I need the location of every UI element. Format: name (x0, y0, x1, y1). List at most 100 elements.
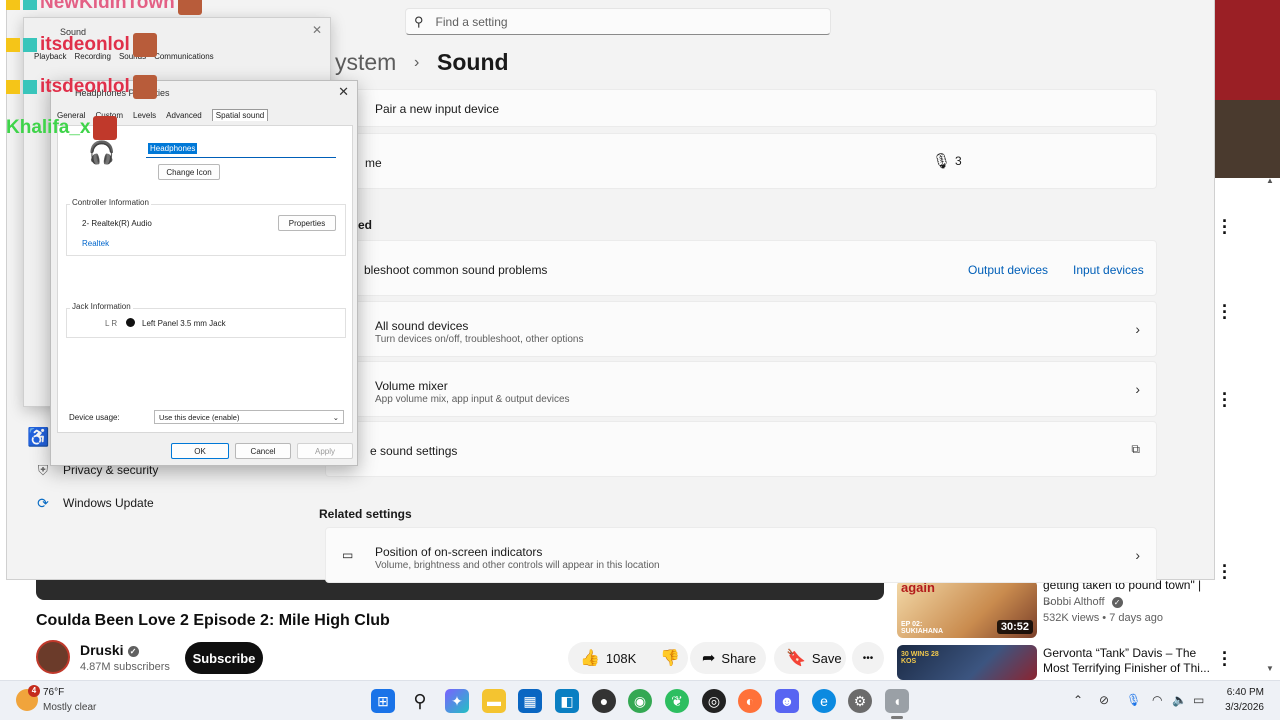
microphone-icon[interactable]: 🎙 (932, 152, 951, 170)
all-sound-devices-card[interactable]: All sound devices Turn devices on/off, t… (325, 301, 1157, 357)
battery-icon[interactable]: ▭ (1193, 693, 1204, 707)
close-icon[interactable]: ✕ (312, 23, 322, 37)
channel-name[interactable]: Druski (80, 642, 124, 658)
channel-name-row[interactable]: Druski ✓ (80, 642, 139, 658)
store-icon[interactable]: ▦ (518, 689, 542, 713)
verified-icon: ✓ (127, 645, 139, 657)
firefox-icon[interactable]: ◐ (738, 689, 762, 713)
volume-mixer-card[interactable]: Volume mixer App volume mix, app input &… (325, 361, 1157, 417)
discord-icon[interactable]: ☻ (775, 689, 799, 713)
properties-button[interactable]: Properties (278, 215, 336, 231)
chat-username: NewKidInTown (40, 0, 175, 13)
volume-mixer-subtitle: App volume mix, app input & output devic… (375, 394, 570, 405)
rec-title[interactable]: Gervonta “Tank” Davis – The Most Terrify… (1043, 646, 1213, 676)
crown-badge-icon (6, 80, 20, 94)
clock-date[interactable]: 3/3/2026 (1214, 702, 1264, 713)
volume-mixer-title: Volume mixer (375, 379, 448, 393)
input-devices-link[interactable]: Input devices (1073, 263, 1144, 277)
like-count[interactable]: 108K (606, 651, 636, 666)
more-vert-icon[interactable]: · · · (1218, 212, 1232, 242)
crown-badge-icon (6, 0, 20, 10)
search-icon[interactable]: ⚲ (408, 689, 432, 713)
tab-advanced[interactable]: Advanced (166, 111, 202, 121)
nav-windows-update[interactable]: ⟳ Windows Update (35, 495, 154, 511)
update-icon: ⟳ (37, 495, 49, 511)
jack-channels: L R (105, 319, 118, 328)
chrome-icon[interactable]: ◉ (628, 689, 652, 713)
speaker-icon[interactable]: 🔈 (1172, 693, 1187, 707)
apply-button[interactable]: Apply (297, 443, 353, 459)
save-button[interactable]: 🔖 Save (774, 642, 846, 674)
microphone-icon[interactable]: 🎙 (1126, 693, 1141, 707)
controller-label: Controller Information (70, 198, 151, 207)
settings-icon[interactable]: ⚙ (848, 689, 872, 713)
nav-label: Windows Update (63, 496, 154, 510)
search-icon: ⚲ (414, 13, 424, 29)
network-off-icon[interactable]: ⊘ (1099, 693, 1109, 707)
app-blue-icon[interactable]: ◧ (555, 689, 579, 713)
sub-badge-icon (23, 0, 37, 10)
headset-icon[interactable]: ◖ (885, 689, 909, 713)
chat-message: NewKidInTown (6, 0, 202, 15)
settings-search-input[interactable]: ⚲ Find a setting (405, 8, 831, 35)
weather-condition[interactable]: Mostly clear (43, 702, 96, 713)
file-explorer-icon[interactable]: ▬ (482, 689, 506, 713)
output-devices-link[interactable]: Output devices (968, 263, 1048, 277)
jack-color-dot (126, 318, 135, 327)
clock-time[interactable]: 6:40 PM (1224, 687, 1264, 698)
monitor-icon: ▭ (342, 548, 354, 562)
obs-icon[interactable]: ◎ (702, 689, 726, 713)
subscribe-button[interactable]: Subscribe (185, 642, 263, 674)
scroll-down-arrow[interactable]: ▼ (1266, 664, 1274, 673)
more-sound-settings-label: e sound settings (370, 444, 458, 458)
cancel-button[interactable]: Cancel (235, 443, 291, 459)
windows-start-icon[interactable]: ⊞ (371, 689, 395, 713)
vendor-link[interactable]: Realtek (82, 239, 109, 248)
more-actions-button[interactable]: ••• (852, 642, 884, 674)
verified-icon: ✓ (1111, 596, 1123, 608)
tab-levels[interactable]: Levels (133, 111, 156, 121)
weather-temperature[interactable]: 76°F (43, 687, 64, 698)
video-duration: 30:52 (996, 620, 1033, 634)
chevron-up-icon[interactable]: ⌃ (1073, 693, 1083, 707)
device-usage-select[interactable]: Use this device (enable) ⌄ (154, 410, 344, 424)
copilot-icon[interactable]: ✦ (445, 689, 469, 713)
indicators-card[interactable]: ▭ Position of on-screen indicators Volum… (325, 527, 1157, 583)
like-dislike-group: 👍 108K 👎 (568, 642, 688, 674)
rec-thumbnail[interactable]: 30 WINS 28 KOS (897, 645, 1037, 680)
more-vert-icon[interactable]: · · · (1218, 557, 1232, 587)
accessibility-icon[interactable]: ♿ (27, 427, 49, 448)
share-button[interactable]: ➦ Share (690, 642, 766, 674)
rec-thumbnail[interactable]: again EP 02: SUKIAHANA 30:52 (897, 580, 1037, 638)
device-name-value: Headphones (148, 143, 198, 154)
close-icon[interactable]: ✕ (338, 84, 349, 100)
breadcrumb-chevron-icon: › (414, 54, 420, 71)
pair-input-card[interactable]: Pair a new input device (325, 89, 1157, 127)
more-sound-settings-card[interactable]: e sound settings ⧉ (325, 421, 1157, 477)
indicators-subtitle: Volume, brightness and other controls wi… (375, 560, 660, 571)
breadcrumb-parent[interactable]: ystem (335, 49, 396, 76)
ok-button[interactable]: OK (171, 443, 229, 459)
game-icon[interactable]: ● (592, 689, 616, 713)
rec-channel[interactable]: Bobbi Althoff (1043, 596, 1105, 608)
more-vert-icon[interactable]: · · · (1218, 385, 1232, 415)
evernote-icon[interactable]: ❦ (665, 689, 689, 713)
video-title: Coulda Been Love 2 Episode 2: Mile High … (36, 612, 390, 629)
more-vert-icon[interactable]: · · · (1218, 297, 1232, 327)
share-label: Share (721, 650, 757, 666)
chat-emote (132, 33, 157, 57)
edge-icon[interactable]: e (812, 689, 836, 713)
device-name-input[interactable]: Headphones (146, 142, 336, 158)
tab-spatial-sound[interactable]: Spatial sound (211, 109, 269, 121)
headphones-icon: 🎧 (88, 140, 116, 165)
wifi-icon[interactable]: ◠ (1152, 693, 1162, 707)
more-vert-icon[interactable]: · · · (1218, 644, 1232, 674)
channel-avatar[interactable] (36, 640, 70, 674)
tab-communications[interactable]: Communications (154, 52, 214, 61)
like-icon[interactable]: 👍 (580, 648, 600, 668)
change-icon-button[interactable]: Change Icon (158, 164, 220, 180)
input-volume-card: me 🎙 3 (325, 133, 1157, 189)
chat-username: itsdeonlol (40, 76, 130, 97)
dislike-icon[interactable]: 👎 (660, 648, 680, 668)
chevron-right-icon: › (1135, 321, 1140, 337)
